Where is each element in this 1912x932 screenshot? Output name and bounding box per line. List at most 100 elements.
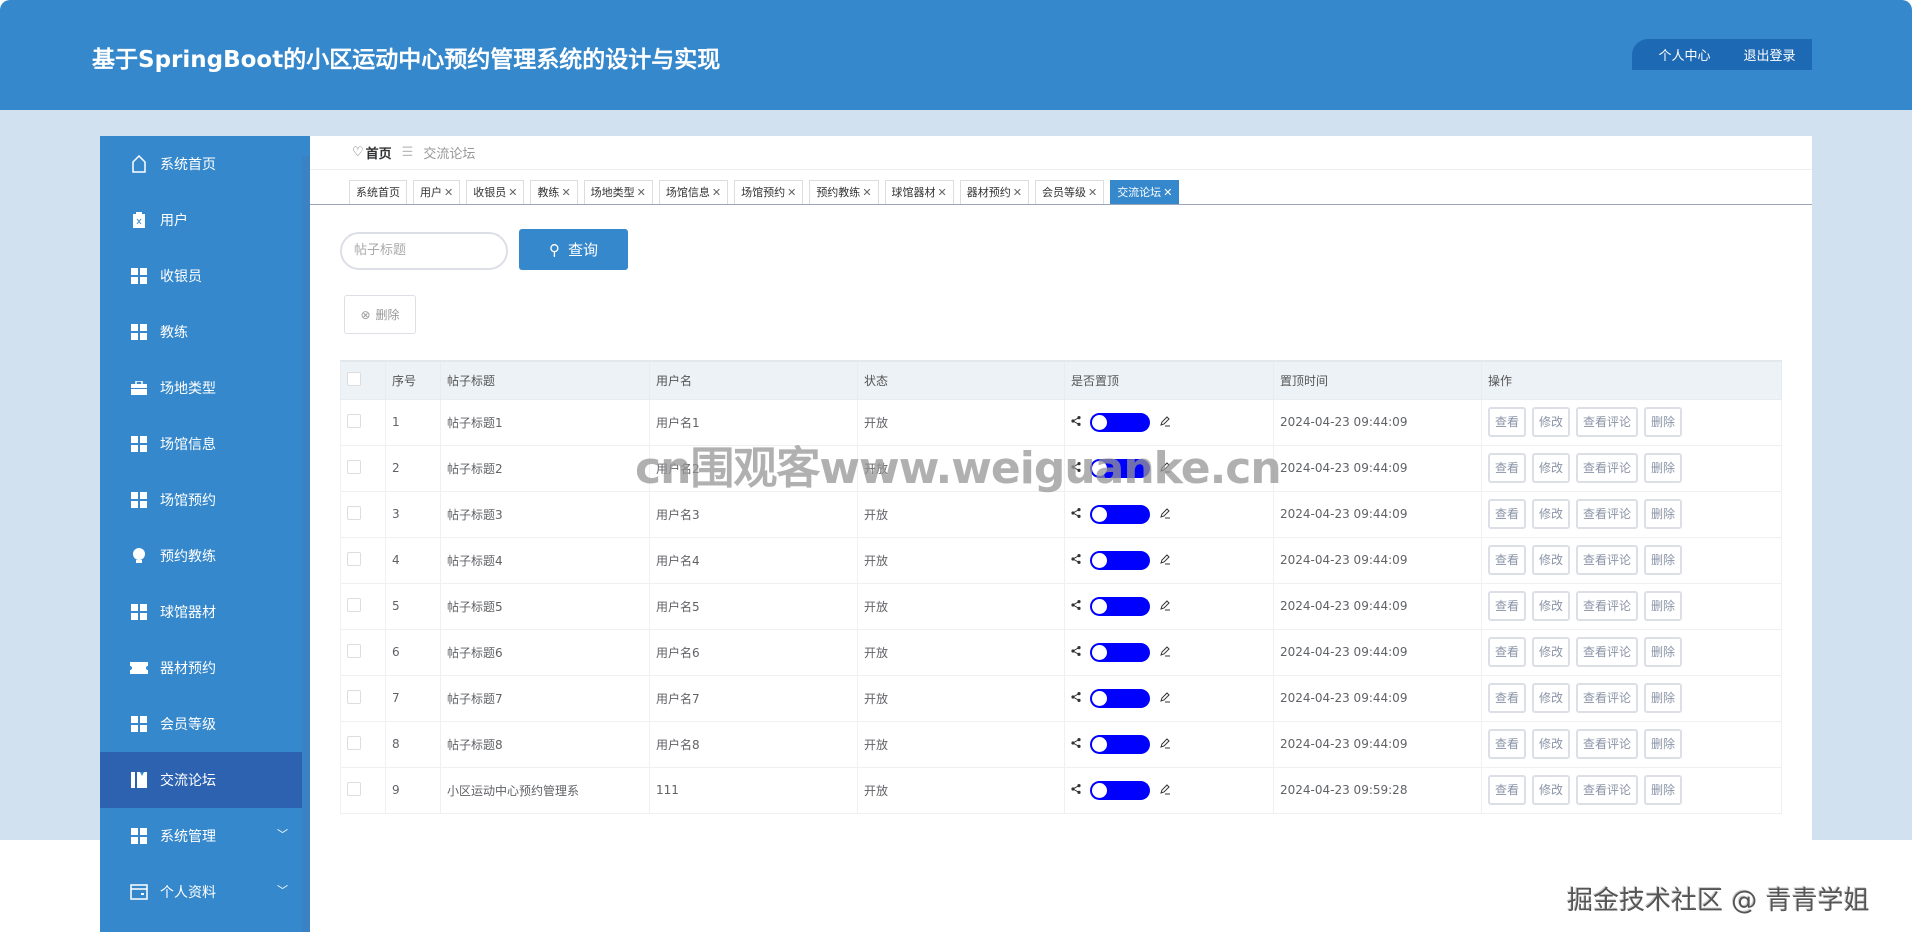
- sidebar-item-5[interactable]: 场地类型: [100, 360, 310, 416]
- pinned-toggle[interactable]: [1090, 642, 1150, 662]
- view-comments-button[interactable]: 查看评论: [1576, 545, 1639, 575]
- view-comments-button[interactable]: 查看评论: [1576, 683, 1639, 713]
- share-icon[interactable]: [1071, 737, 1081, 751]
- tab-6[interactable]: 场馆信息 ✕: [658, 180, 729, 204]
- view-comments-button[interactable]: 查看评论: [1576, 453, 1639, 483]
- close-icon[interactable]: ✕: [444, 186, 453, 199]
- row-checkbox[interactable]: [347, 689, 361, 704]
- pinned-toggle[interactable]: [1090, 504, 1150, 524]
- close-icon[interactable]: ✕: [787, 186, 796, 199]
- view-button[interactable]: 查看: [1488, 683, 1527, 713]
- view-button[interactable]: 查看: [1488, 407, 1527, 437]
- sidebar-item-13[interactable]: 系统管理 ﹀: [100, 808, 310, 864]
- share-icon[interactable]: [1071, 599, 1081, 613]
- edit-button[interactable]: 修改: [1532, 407, 1571, 437]
- delete-button[interactable]: 删除: [1644, 453, 1683, 483]
- tab-4[interactable]: 教练 ✕: [530, 180, 578, 204]
- view-button[interactable]: 查看: [1488, 453, 1527, 483]
- row-checkbox[interactable]: [347, 459, 361, 474]
- sidebar-item-10[interactable]: 器材预约: [100, 640, 310, 696]
- share-icon[interactable]: [1071, 553, 1081, 567]
- sidebar-item-8[interactable]: 预约教练: [100, 528, 310, 584]
- close-icon[interactable]: ✕: [712, 186, 721, 199]
- share-icon[interactable]: [1071, 691, 1081, 705]
- breadcrumb-home[interactable]: 首页: [366, 143, 392, 162]
- sidebar-item-7[interactable]: 场馆预约: [100, 472, 310, 528]
- edit-pencil-icon[interactable]: [1159, 553, 1171, 568]
- row-checkbox[interactable]: [347, 413, 361, 428]
- tab-9[interactable]: 球馆器材 ✕: [884, 180, 954, 204]
- view-comments-button[interactable]: 查看评论: [1576, 407, 1639, 437]
- pinned-toggle[interactable]: [1090, 780, 1150, 800]
- sidebar-item-12[interactable]: 交流论坛: [100, 752, 310, 808]
- view-comments-button[interactable]: 查看评论: [1576, 729, 1639, 759]
- edit-button[interactable]: 修改: [1532, 775, 1571, 805]
- view-button[interactable]: 查看: [1488, 637, 1527, 667]
- view-comments-button[interactable]: 查看评论: [1576, 637, 1639, 667]
- delete-button[interactable]: 删除: [1644, 729, 1683, 759]
- edit-pencil-icon[interactable]: [1159, 415, 1171, 430]
- pinned-toggle[interactable]: [1090, 734, 1150, 754]
- close-icon[interactable]: ✕: [637, 186, 646, 199]
- view-button[interactable]: 查看: [1488, 499, 1527, 529]
- pinned-toggle[interactable]: [1090, 596, 1150, 616]
- edit-button[interactable]: 修改: [1532, 499, 1571, 529]
- edit-pencil-icon[interactable]: [1159, 691, 1171, 706]
- edit-button[interactable]: 修改: [1532, 453, 1571, 483]
- edit-button[interactable]: 修改: [1532, 683, 1571, 713]
- pinned-toggle[interactable]: [1090, 550, 1150, 570]
- tab-10[interactable]: 器材预约 ✕: [959, 180, 1029, 204]
- row-checkbox[interactable]: [347, 643, 361, 658]
- view-comments-button[interactable]: 查看评论: [1576, 591, 1639, 621]
- row-checkbox[interactable]: [347, 735, 361, 750]
- view-button[interactable]: 查看: [1488, 775, 1527, 805]
- tab-5[interactable]: 场地类型 ✕: [583, 180, 653, 204]
- row-checkbox[interactable]: [347, 781, 361, 796]
- view-comments-button[interactable]: 查看评论: [1576, 775, 1639, 805]
- tab-8[interactable]: 预约教练 ✕: [809, 180, 879, 204]
- row-checkbox[interactable]: [347, 551, 361, 566]
- edit-pencil-icon[interactable]: [1159, 599, 1171, 614]
- row-checkbox[interactable]: [347, 505, 361, 520]
- edit-button[interactable]: 修改: [1532, 729, 1571, 759]
- close-icon[interactable]: ✕: [862, 186, 871, 199]
- sidebar-item-14[interactable]: 个人资料 ﹀: [100, 864, 310, 920]
- share-icon[interactable]: [1071, 645, 1081, 659]
- sidebar-scrollbar[interactable]: [302, 156, 310, 932]
- share-icon[interactable]: [1071, 415, 1081, 429]
- edit-pencil-icon[interactable]: [1159, 737, 1171, 752]
- row-checkbox[interactable]: [347, 597, 361, 612]
- pinned-toggle[interactable]: [1090, 688, 1150, 708]
- share-icon[interactable]: [1071, 507, 1081, 521]
- edit-button[interactable]: 修改: [1532, 591, 1571, 621]
- tab-3[interactable]: 收银员 ✕: [466, 180, 525, 204]
- sidebar-item-4[interactable]: 教练: [100, 304, 310, 360]
- edit-button[interactable]: 修改: [1532, 545, 1571, 575]
- profile-center-link[interactable]: 个人中心: [1658, 45, 1710, 64]
- sidebar-item-11[interactable]: 会员等级: [100, 696, 310, 752]
- delete-button[interactable]: 删除: [1644, 591, 1683, 621]
- sidebar-item-6[interactable]: 场馆信息: [100, 416, 310, 472]
- close-icon[interactable]: ✕: [1013, 186, 1022, 199]
- post-title-search-input[interactable]: 帖子标题: [340, 232, 508, 270]
- delete-button[interactable]: 删除: [1644, 637, 1683, 667]
- pinned-toggle[interactable]: [1090, 412, 1150, 432]
- tab-2[interactable]: 用户 ✕: [413, 180, 461, 204]
- sidebar-item-9[interactable]: 球馆器材: [100, 584, 310, 640]
- edit-pencil-icon[interactable]: [1159, 783, 1171, 798]
- delete-button[interactable]: 删除: [1644, 775, 1683, 805]
- view-button[interactable]: 查看: [1488, 591, 1527, 621]
- view-button[interactable]: 查看: [1488, 729, 1527, 759]
- sidebar-item-3[interactable]: 收银员: [100, 248, 310, 304]
- edit-pencil-icon[interactable]: [1159, 645, 1171, 660]
- batch-delete-button[interactable]: ⊗ 删除: [344, 295, 416, 334]
- sidebar-item-1[interactable]: 系统首页: [100, 136, 310, 192]
- close-icon[interactable]: ✕: [1088, 186, 1097, 199]
- delete-button[interactable]: 删除: [1644, 683, 1683, 713]
- view-comments-button[interactable]: 查看评论: [1576, 499, 1639, 529]
- tab-1[interactable]: 系统首页: [349, 180, 407, 204]
- query-button[interactable]: ⚲ 查询: [519, 229, 628, 270]
- delete-button[interactable]: 删除: [1644, 407, 1683, 437]
- close-icon[interactable]: ✕: [508, 186, 517, 199]
- tab-7[interactable]: 场馆预约 ✕: [734, 180, 804, 204]
